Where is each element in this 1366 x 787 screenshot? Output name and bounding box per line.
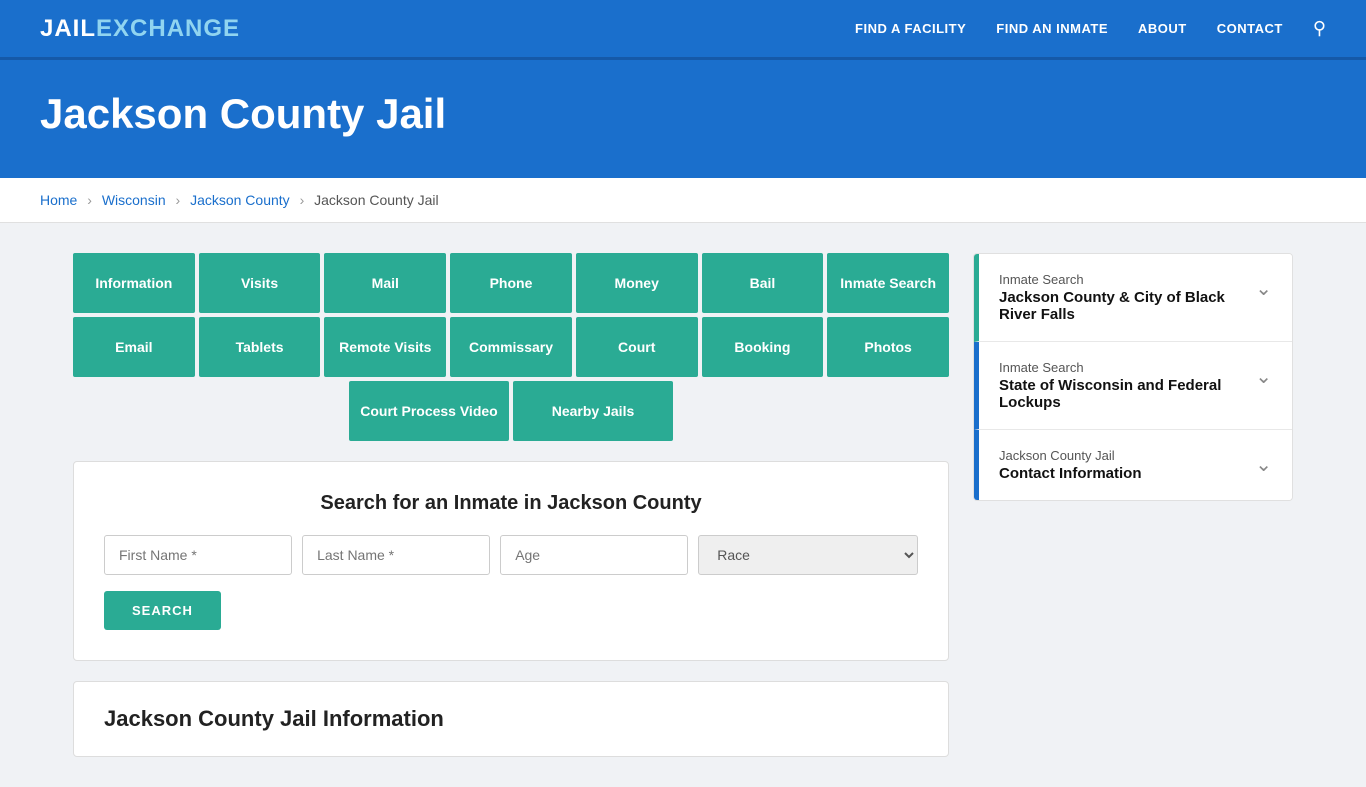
btn-commissary[interactable]: Commissary xyxy=(450,317,572,377)
age-input[interactable] xyxy=(500,535,688,575)
btn-visits[interactable]: Visits xyxy=(199,253,321,313)
btn-tablets[interactable]: Tablets xyxy=(199,317,321,377)
nav-find-inmate[interactable]: FIND AN INMATE xyxy=(996,21,1108,36)
nav-btn-row-1: Information Visits Mail Phone Money Bail… xyxy=(73,253,949,313)
nav-about[interactable]: ABOUT xyxy=(1138,21,1187,36)
btn-money[interactable]: Money xyxy=(576,253,698,313)
page-title: Jackson County Jail xyxy=(40,90,1326,138)
sidebar-item-wisconsin-inmate-search[interactable]: Inmate Search State of Wisconsin and Fed… xyxy=(974,342,1292,430)
nav-find-facility[interactable]: FIND A FACILITY xyxy=(855,21,966,36)
btn-mail[interactable]: Mail xyxy=(324,253,446,313)
chevron-down-icon: ⌄ xyxy=(1255,276,1272,301)
race-select[interactable]: Race White Black Hispanic Asian Other xyxy=(698,535,918,575)
sidebar-card: Inmate Search Jackson County & City of B… xyxy=(973,253,1293,501)
btn-court-process-video[interactable]: Court Process Video xyxy=(349,381,509,441)
main-nav: FIND A FACILITY FIND AN INMATE ABOUT CON… xyxy=(855,18,1326,39)
btn-email[interactable]: Email xyxy=(73,317,195,377)
breadcrumb-current: Jackson County Jail xyxy=(314,192,439,208)
sidebar-item-jackson-inmate-search[interactable]: Inmate Search Jackson County & City of B… xyxy=(974,254,1292,342)
sidebar-item-wisconsin-title: State of Wisconsin and Federal Lockups xyxy=(999,377,1245,411)
search-fields: Race White Black Hispanic Asian Other xyxy=(104,535,918,575)
btn-court[interactable]: Court xyxy=(576,317,698,377)
btn-phone[interactable]: Phone xyxy=(450,253,572,313)
logo-jail: JAIL xyxy=(40,15,96,42)
sidebar-item-wisconsin-label: Inmate Search xyxy=(999,360,1245,375)
sidebar-item-jackson-label: Inmate Search xyxy=(999,272,1245,287)
sidebar-item-jackson-title: Jackson County & City of Black River Fal… xyxy=(999,289,1245,323)
btn-bail[interactable]: Bail xyxy=(702,253,824,313)
btn-booking[interactable]: Booking xyxy=(702,317,824,377)
search-icon[interactable]: ⚲ xyxy=(1313,18,1326,39)
nav-contact[interactable]: CONTACT xyxy=(1217,21,1283,36)
sidebar-item-contact-info[interactable]: Jackson County Jail Contact Information … xyxy=(974,430,1292,500)
first-name-input[interactable] xyxy=(104,535,292,575)
breadcrumb: Home › Wisconsin › Jackson County › Jack… xyxy=(0,178,1366,223)
sidebar-item-wisconsin-text: Inmate Search State of Wisconsin and Fed… xyxy=(999,360,1245,411)
info-title: Jackson County Jail Information xyxy=(104,706,918,732)
nav-btn-row-3: Court Process Video Nearby Jails xyxy=(73,381,949,441)
sidebar-item-contact-title: Contact Information xyxy=(999,465,1245,482)
breadcrumb-jackson-county[interactable]: Jackson County xyxy=(190,192,290,208)
breadcrumb-wisconsin[interactable]: Wisconsin xyxy=(102,192,166,208)
last-name-input[interactable] xyxy=(302,535,490,575)
nav-btn-row-2: Email Tablets Remote Visits Commissary C… xyxy=(73,317,949,377)
hero-section: Jackson County Jail xyxy=(0,60,1366,178)
btn-information[interactable]: Information xyxy=(73,253,195,313)
btn-remote-visits[interactable]: Remote Visits xyxy=(324,317,446,377)
sidebar-item-contact-label: Jackson County Jail xyxy=(999,448,1245,463)
logo-exchange: EXCHANGE xyxy=(96,15,240,42)
btn-nearby-jails[interactable]: Nearby Jails xyxy=(513,381,673,441)
breadcrumb-sep-1: › xyxy=(87,192,92,208)
sidebar-item-jackson-text: Inmate Search Jackson County & City of B… xyxy=(999,272,1245,323)
btn-photos[interactable]: Photos xyxy=(827,317,949,377)
sidebar-item-contact-text: Jackson County Jail Contact Information xyxy=(999,448,1245,482)
left-content: Information Visits Mail Phone Money Bail… xyxy=(73,253,949,757)
right-sidebar: Inmate Search Jackson County & City of B… xyxy=(973,253,1293,757)
breadcrumb-sep-3: › xyxy=(300,192,305,208)
site-logo[interactable]: JAILEXCHANGE xyxy=(40,15,240,43)
chevron-down-icon-3: ⌄ xyxy=(1255,452,1272,477)
inmate-search-form: Search for an Inmate in Jackson County R… xyxy=(73,461,949,661)
info-section: Jackson County Jail Information xyxy=(73,681,949,757)
breadcrumb-sep-2: › xyxy=(176,192,181,208)
search-button[interactable]: SEARCH xyxy=(104,591,221,630)
breadcrumb-home[interactable]: Home xyxy=(40,192,77,208)
btn-inmate-search[interactable]: Inmate Search xyxy=(827,253,949,313)
search-title: Search for an Inmate in Jackson County xyxy=(104,492,918,515)
chevron-down-icon-2: ⌄ xyxy=(1255,364,1272,389)
main-container: Information Visits Mail Phone Money Bail… xyxy=(33,223,1333,787)
